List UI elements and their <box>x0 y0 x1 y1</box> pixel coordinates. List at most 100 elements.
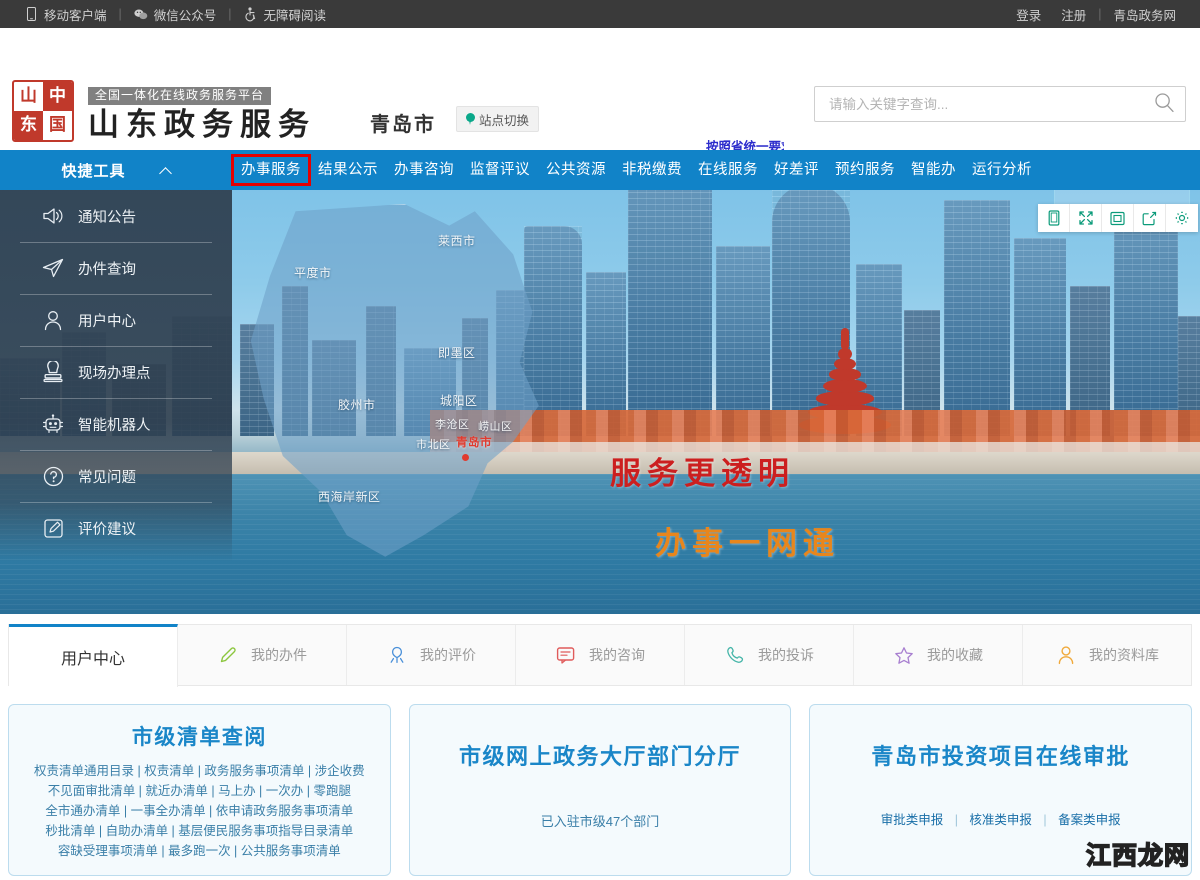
sidebar-item-label: 通知公告 <box>78 206 136 227</box>
building <box>1014 238 1066 436</box>
thumb-icon <box>386 644 408 666</box>
card-list-line[interactable]: 秒批清单 | 自助办清单 | 基层便民服务事项指导目录清单 <box>19 821 380 841</box>
sidebar-item-label: 智能机器人 <box>78 414 151 435</box>
link-separator: | <box>947 813 966 827</box>
sidebar-item-label: 现场办理点 <box>78 362 151 383</box>
sidebar-item-user-center[interactable]: 用户中心 <box>0 294 232 346</box>
nav-item-yuyue-fuwu[interactable]: 预约服务 <box>827 157 903 183</box>
brand-block: 全国一体化在线政务服务平台 山东政务服务 <box>88 86 316 143</box>
search-area: 全部 权力事项 服务事项 <box>814 86 1186 122</box>
sidebar-item-onsite-office[interactable]: 现场办理点 <box>0 346 232 398</box>
tab-label: 我的办件 <box>251 645 307 665</box>
tab-label: 我的资料库 <box>1089 645 1159 665</box>
tab-my-data-library[interactable]: 我的资料库 <box>1023 625 1191 685</box>
tab-my-favorites[interactable]: 我的收藏 <box>854 625 1023 685</box>
sidebar-item-label: 办件查询 <box>78 258 136 279</box>
nav-item-banshi-zixun[interactable]: 办事咨询 <box>386 157 462 183</box>
qingdao-gov-link[interactable]: 青岛政务网 <box>1103 5 1186 24</box>
site-header: 山 中 东 国 全国一体化在线政务服务平台 山东政务服务 青岛市 站点切换 按照… <box>0 28 1200 150</box>
site-switch-button[interactable]: 站点切换 <box>456 106 539 132</box>
seal-char: 中 <box>43 82 72 111</box>
sidebar-item-label: 评价建议 <box>78 518 136 539</box>
nav-item-yunxing-fenxi[interactable]: 运行分析 <box>964 157 1040 183</box>
card-link-approval[interactable]: 审批类申报 <box>881 813 944 827</box>
card-list-line[interactable]: 全市通办清单 | 一事全办清单 | 依申请政务服务事项清单 <box>19 801 380 821</box>
map-label-chengyang: 城阳区 <box>440 392 478 409</box>
nav-item-zhinengban[interactable]: 智能办 <box>903 157 964 183</box>
expand-arrows-icon[interactable] <box>1070 204 1102 232</box>
link-separator: | <box>1035 813 1054 827</box>
seal-char: 国 <box>43 111 72 140</box>
nav-item-jieguo-gongshi[interactable]: 结果公示 <box>310 157 386 183</box>
person-icon <box>1055 644 1077 666</box>
megaphone-icon <box>42 205 64 227</box>
nav-item-feishui-jiaofei[interactable]: 非税缴费 <box>614 157 690 183</box>
sidebar-item-case-query[interactable]: 办件查询 <box>0 242 232 294</box>
card-link-verification[interactable]: 核准类申报 <box>969 813 1032 827</box>
tab-label: 我的咨询 <box>589 645 645 665</box>
topbar-item-label: 微信公众号 <box>154 5 217 24</box>
topbar-separator: | <box>117 7 124 21</box>
tab-my-cases[interactable]: 我的办件 <box>178 625 347 685</box>
topbar-item-mobile-app[interactable]: 移动客户端 <box>14 5 117 24</box>
card-link-filing[interactable]: 备案类申报 <box>1058 813 1121 827</box>
top-utility-bar: 移动客户端 | 微信公众号 | 无障碍阅读 登录 注册 | 青岛政务网 <box>0 0 1200 28</box>
quick-tools-toggle[interactable]: 快捷工具 <box>0 150 232 190</box>
card-city-online-hall[interactable]: 市级网上政务大厅部门分厅 已入驻市级47个部门 <box>409 704 792 876</box>
chat-icon <box>555 644 577 666</box>
card-list-line[interactable]: 不见面审批清单 | 就近办清单 | 马上办 | 一次办 | 零跑腿 <box>19 781 380 801</box>
map-label-laoshan: 崂山区 <box>478 418 513 434</box>
tab-my-consultations[interactable]: 我的咨询 <box>516 625 685 685</box>
nav-item-banshi-fuwu[interactable]: 办事服务 <box>234 157 308 183</box>
sidebar-item-feedback[interactable]: 评价建议 <box>0 502 232 554</box>
nav-item-jiandu-pingyi[interactable]: 监督评议 <box>462 157 538 183</box>
main-navigation-bar: 快捷工具 办事服务 结果公示 办事咨询 监督评议 公共资源 非税缴费 在线服务 … <box>0 150 1200 190</box>
map-label-pingdu: 平度市 <box>294 264 332 281</box>
gear-icon[interactable] <box>1166 204 1198 232</box>
qingdao-district-map: 平度市 莱西市 即墨区 胶州市 城阳区 李沧区 崂山区 市北区 青岛市 西海岸新… <box>238 204 558 564</box>
sidebar-item-notice[interactable]: 通知公告 <box>0 190 232 242</box>
user-icon <box>42 309 64 331</box>
user-center-tab-bar: 用户中心 我的办件 我的评价 我的咨询 我的投诉 <box>8 624 1192 686</box>
tab-label: 我的投诉 <box>758 645 814 665</box>
search-button[interactable] <box>1149 89 1179 119</box>
search-input[interactable] <box>829 97 1149 112</box>
topbar-item-label: 无障碍阅读 <box>264 5 327 24</box>
tab-user-center[interactable]: 用户中心 <box>9 624 178 687</box>
nav-item-zaixian-fuwu[interactable]: 在线服务 <box>690 157 766 183</box>
national-seal-logo: 山 中 东 国 <box>12 80 74 142</box>
card-list-line[interactable]: 权责清单通用目录 | 权责清单 | 政务服务事项清单 | 涉企收费 <box>19 761 380 781</box>
quick-tools-label: 快捷工具 <box>61 160 125 181</box>
card-title: 市级清单查阅 <box>19 721 380 751</box>
wechat-icon <box>134 7 148 22</box>
pencil-icon <box>217 644 239 666</box>
sidebar-item-faq[interactable]: 常见问题 <box>0 450 232 502</box>
search-box[interactable] <box>814 86 1186 122</box>
save-window-icon[interactable] <box>1102 204 1134 232</box>
share-export-icon[interactable] <box>1134 204 1166 232</box>
robot-icon <box>42 413 64 435</box>
card-investment-approval[interactable]: 青岛市投资项目在线审批 审批类申报 | 核准类申报 | 备案类申报 <box>809 704 1192 876</box>
card-list-line[interactable]: 容缺受理事项清单 | 最多跑一次 | 公共服务事项清单 <box>19 841 380 861</box>
stamp-icon <box>42 361 64 383</box>
search-icon <box>1154 92 1175 116</box>
login-link[interactable]: 登录 <box>1006 5 1051 24</box>
register-link[interactable]: 注册 <box>1051 5 1096 24</box>
building-tower <box>628 190 712 436</box>
nav-item-gonggong-ziyuan[interactable]: 公共资源 <box>538 157 614 183</box>
phone-icon <box>724 644 746 666</box>
site-switch-label: 站点切换 <box>479 110 529 129</box>
topbar-item-wechat[interactable]: 微信公众号 <box>124 5 227 24</box>
device-preview-icon[interactable] <box>1038 204 1070 232</box>
map-region-shape <box>238 204 558 564</box>
topbar-item-accessibility[interactable]: 无障碍阅读 <box>234 5 337 24</box>
tab-my-evaluations[interactable]: 我的评价 <box>347 625 516 685</box>
card-city-list-lookup[interactable]: 市级清单查阅 权责清单通用目录 | 权责清单 | 政务服务事项清单 | 涉企收费… <box>8 704 391 876</box>
sidebar-item-smart-robot[interactable]: 智能机器人 <box>0 398 232 450</box>
star-icon <box>893 644 915 666</box>
tab-label: 我的收藏 <box>927 645 983 665</box>
tab-my-complaints[interactable]: 我的投诉 <box>685 625 854 685</box>
nav-item-haochaping[interactable]: 好差评 <box>766 157 827 183</box>
card-link-group: 审批类申报 | 核准类申报 | 备案类申报 <box>881 809 1121 828</box>
map-label-jimo: 即墨区 <box>438 344 476 361</box>
